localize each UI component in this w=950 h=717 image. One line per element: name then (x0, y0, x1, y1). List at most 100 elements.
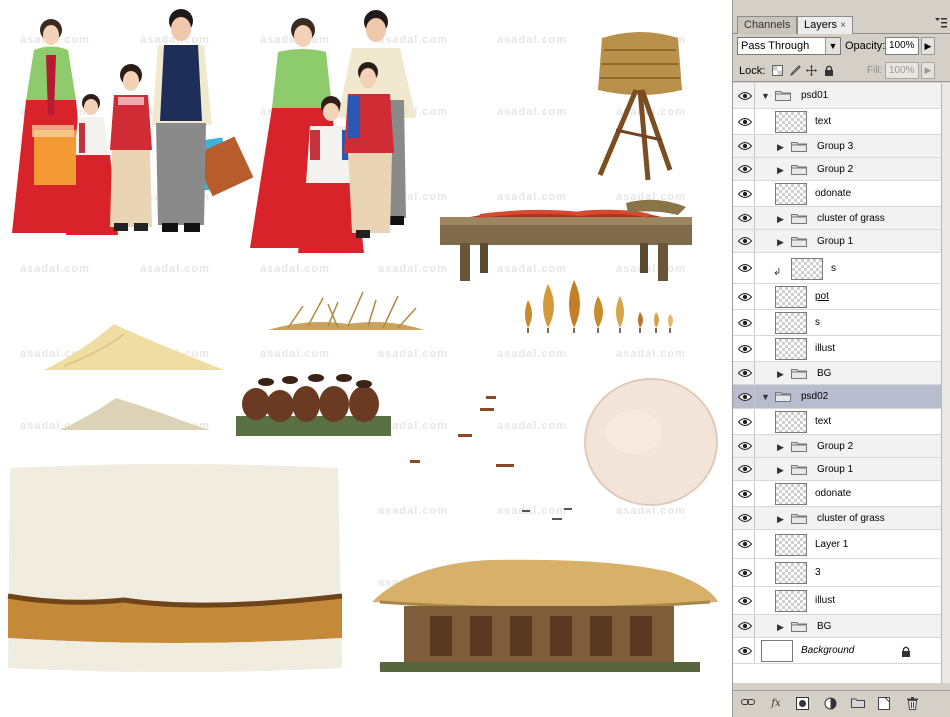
visibility-eye-icon[interactable] (735, 530, 755, 558)
triangle-right-icon[interactable]: ▶ (777, 368, 784, 380)
watermark-text: asadal.com (378, 263, 448, 275)
layer-row-psd02[interactable]: ▼ psd02 (733, 385, 941, 409)
fill-input[interactable]: 100% (885, 62, 919, 79)
triangle-down-icon[interactable]: ▼ (761, 391, 770, 403)
close-icon[interactable]: × (840, 20, 846, 31)
folder-icon (775, 90, 791, 101)
watermark-text: asadal.com (616, 505, 686, 517)
triangle-right-icon[interactable]: ▶ (777, 236, 784, 248)
layer-row-group-3[interactable]: ▶ Group 3 (733, 135, 941, 158)
layer-name: BG (817, 368, 832, 379)
visibility-eye-icon[interactable] (735, 615, 755, 637)
triangle-down-icon[interactable]: ▼ (761, 90, 770, 102)
tab-layers[interactable]: Layers × (797, 16, 853, 34)
layer-row-group-2[interactable]: ▶ Group 2 (733, 158, 941, 181)
layer-row-group-2[interactable]: ▶ Group 2 (733, 435, 941, 458)
visibility-eye-icon[interactable] (735, 362, 755, 384)
layer-row-s[interactable]: ↲ s (733, 253, 941, 284)
layer-row-s[interactable]: s (733, 310, 941, 336)
layer-row-odonate[interactable]: odonate (733, 481, 941, 507)
layer-row-group-1[interactable]: ▶ Group 1 (733, 230, 941, 253)
visibility-eye-icon[interactable] (735, 83, 755, 108)
visibility-eye-icon[interactable] (735, 587, 755, 614)
layer-name: psd01 (801, 90, 829, 101)
layer-row-text[interactable]: text (733, 409, 941, 435)
layer-row-bg[interactable]: ▶ BG (733, 362, 941, 385)
layer-mask-icon[interactable] (795, 697, 809, 711)
tab-channels[interactable]: Channels (737, 16, 798, 34)
visibility-eye-icon[interactable] (735, 507, 755, 529)
visibility-eye-icon[interactable] (735, 158, 755, 180)
visibility-eye-icon[interactable] (735, 109, 755, 134)
layer-row-text[interactable]: text (733, 109, 941, 135)
layer-name: s (815, 317, 820, 328)
fill-slider-arrow-icon[interactable]: ▶ (921, 62, 935, 79)
layer-row-3[interactable]: 3 (733, 559, 941, 587)
layer-list-scrollbar[interactable] (941, 83, 950, 683)
visibility-eye-icon[interactable] (735, 207, 755, 229)
layer-thumbnail (775, 338, 807, 360)
layer-row-odonate[interactable]: odonate (733, 181, 941, 207)
lock-move-icon[interactable] (805, 65, 817, 77)
layer-row-psd01[interactable]: ▼ psd01 (733, 83, 941, 109)
layer-row-cluster-of-grass[interactable]: ▶ cluster of grass (733, 507, 941, 530)
visibility-eye-icon[interactable] (735, 435, 755, 457)
new-layer-icon[interactable] (877, 697, 891, 711)
layer-row-layer-1[interactable]: Layer 1 (733, 530, 941, 559)
visibility-eye-icon[interactable] (735, 284, 755, 309)
triangle-right-icon[interactable]: ▶ (777, 621, 784, 633)
chevron-down-icon[interactable]: ▼ (825, 38, 840, 54)
layer-row-illust[interactable]: illust (733, 587, 941, 615)
folder-icon (791, 441, 807, 452)
lock-transparent-icon[interactable] (771, 65, 783, 77)
visibility-eye-icon[interactable] (735, 135, 755, 157)
folder-icon (791, 368, 807, 379)
link-layers-icon[interactable] (741, 697, 755, 711)
layer-row-illust[interactable]: illust (733, 336, 941, 362)
layer-list[interactable]: ▼ psd01 text ▶ Group 3 ▶ Group 2 odonate ▶ cluste… (733, 83, 941, 683)
layer-name: 3 (815, 567, 821, 578)
lock-paint-icon[interactable] (789, 65, 801, 77)
visibility-eye-icon[interactable] (735, 230, 755, 252)
new-group-icon[interactable] (851, 697, 865, 711)
opacity-slider-arrow-icon[interactable]: ▶ (921, 37, 935, 55)
layer-style-icon[interactable]: fx (769, 697, 783, 711)
panel-tab-bar: Channels Layers × (733, 14, 950, 34)
adjustment-layer-icon[interactable] (823, 697, 837, 711)
opacity-input[interactable]: 100% (885, 37, 919, 55)
visibility-eye-icon[interactable] (735, 181, 755, 206)
visibility-eye-icon[interactable] (735, 253, 755, 283)
visibility-eye-icon[interactable] (735, 336, 755, 361)
triangle-right-icon[interactable]: ▶ (777, 164, 784, 176)
layer-row-cluster-of-grass[interactable]: ▶ cluster of grass (733, 207, 941, 230)
delete-layer-icon[interactable] (905, 697, 919, 711)
visibility-eye-icon[interactable] (735, 559, 755, 586)
layer-thumbnail (775, 562, 807, 584)
lock-all-icon[interactable] (823, 65, 835, 77)
triangle-right-icon[interactable]: ▶ (777, 213, 784, 225)
layer-row-background[interactable]: Background (733, 638, 941, 664)
visibility-eye-icon[interactable] (735, 385, 755, 408)
layer-row-bg[interactable]: ▶ BG (733, 615, 941, 638)
sand-mound-large (44, 324, 224, 370)
visibility-eye-icon[interactable] (735, 458, 755, 480)
visibility-eye-icon[interactable] (735, 638, 755, 663)
triangle-right-icon[interactable]: ▶ (777, 441, 784, 453)
triangle-right-icon[interactable]: ▶ (777, 464, 784, 476)
visibility-eye-icon[interactable] (735, 310, 755, 335)
lock-row: Lock: Fill: 100% ▶ (733, 60, 950, 82)
dragonflies (410, 396, 572, 520)
watermark-text: asadal.com (260, 348, 330, 360)
visibility-eye-icon[interactable] (735, 481, 755, 506)
visibility-eye-icon[interactable] (735, 409, 755, 434)
triangle-right-icon[interactable]: ▶ (777, 141, 784, 153)
watermark-text: asadal.com (378, 348, 448, 360)
panel-menu-icon[interactable] (935, 18, 947, 30)
layer-row-pot[interactable]: pot (733, 284, 941, 310)
layer-name: Group 3 (817, 141, 854, 152)
layer-name: odonate (815, 188, 852, 199)
layer-row-group-1[interactable]: ▶ Group 1 (733, 458, 941, 481)
document-canvas[interactable]: asadal.com asadal.com asadal.com asadal.com… (0, 0, 732, 717)
blend-mode-select[interactable]: Pass Through ▼ (737, 37, 841, 55)
triangle-right-icon[interactable]: ▶ (777, 513, 784, 525)
